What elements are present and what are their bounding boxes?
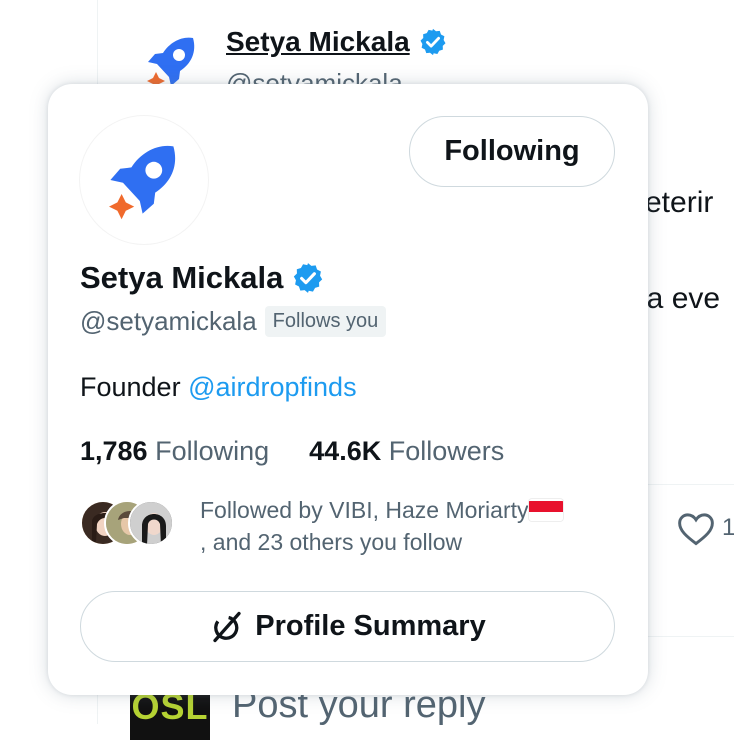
rocket-logo-icon — [109, 145, 176, 220]
heart-icon — [678, 513, 714, 546]
follower-avatar — [128, 500, 174, 546]
followed-by-section[interactable]: Followed by VIBI, Haze Moriarty , and 23… — [80, 494, 620, 558]
bio-mention-link[interactable]: @airdropfinds — [188, 372, 357, 402]
verified-badge-icon — [420, 28, 446, 56]
followed-by-line2: , and 23 others you follow — [200, 529, 463, 555]
profile-name-text[interactable]: Setya Mickala — [80, 260, 283, 296]
profile-avatar[interactable] — [80, 116, 208, 244]
profile-handle[interactable]: @setyamickala — [80, 306, 257, 337]
followers-count: 44.6K — [309, 436, 382, 466]
like-count: 1 — [722, 514, 734, 541]
tweet-author-name-text[interactable]: Setya Mickala — [226, 26, 410, 58]
followers-label: Followers — [388, 436, 505, 466]
profile-summary-button[interactable]: Profile Summary — [80, 591, 615, 662]
followers-stat[interactable]: 44.6K Followers — [309, 436, 504, 467]
followed-by-line1: Followed by VIBI, Haze Moriarty — [200, 497, 529, 523]
followed-by-text[interactable]: Followed by VIBI, Haze Moriarty , and 23… — [200, 494, 620, 558]
following-stat[interactable]: 1,786 Following — [80, 436, 269, 467]
profile-name[interactable]: Setya Mickala — [80, 260, 325, 296]
indonesia-flag-icon — [528, 499, 563, 521]
following-label: Following — [155, 436, 270, 466]
tweet-author-name[interactable]: Setya Mickala — [226, 26, 448, 58]
profile-handle-row: @setyamickala Follows you — [80, 306, 387, 337]
following-button[interactable]: Following — [409, 116, 615, 187]
profile-summary-label: Profile Summary — [255, 610, 486, 642]
follows-you-badge: Follows you — [264, 306, 387, 337]
bio-text: Founder — [80, 372, 189, 402]
grok-icon — [213, 611, 241, 642]
like-button[interactable]: 1 — [676, 510, 734, 546]
profile-stats: 1,786 Following 44.6K Followers — [80, 436, 504, 467]
profile-hover-card: Following Setya Mickala @setyamickala Fo… — [48, 84, 648, 695]
verified-badge-icon[interactable] — [291, 261, 325, 295]
profile-bio: Founder @airdropfinds — [80, 372, 357, 403]
following-count: 1,786 — [80, 436, 148, 466]
